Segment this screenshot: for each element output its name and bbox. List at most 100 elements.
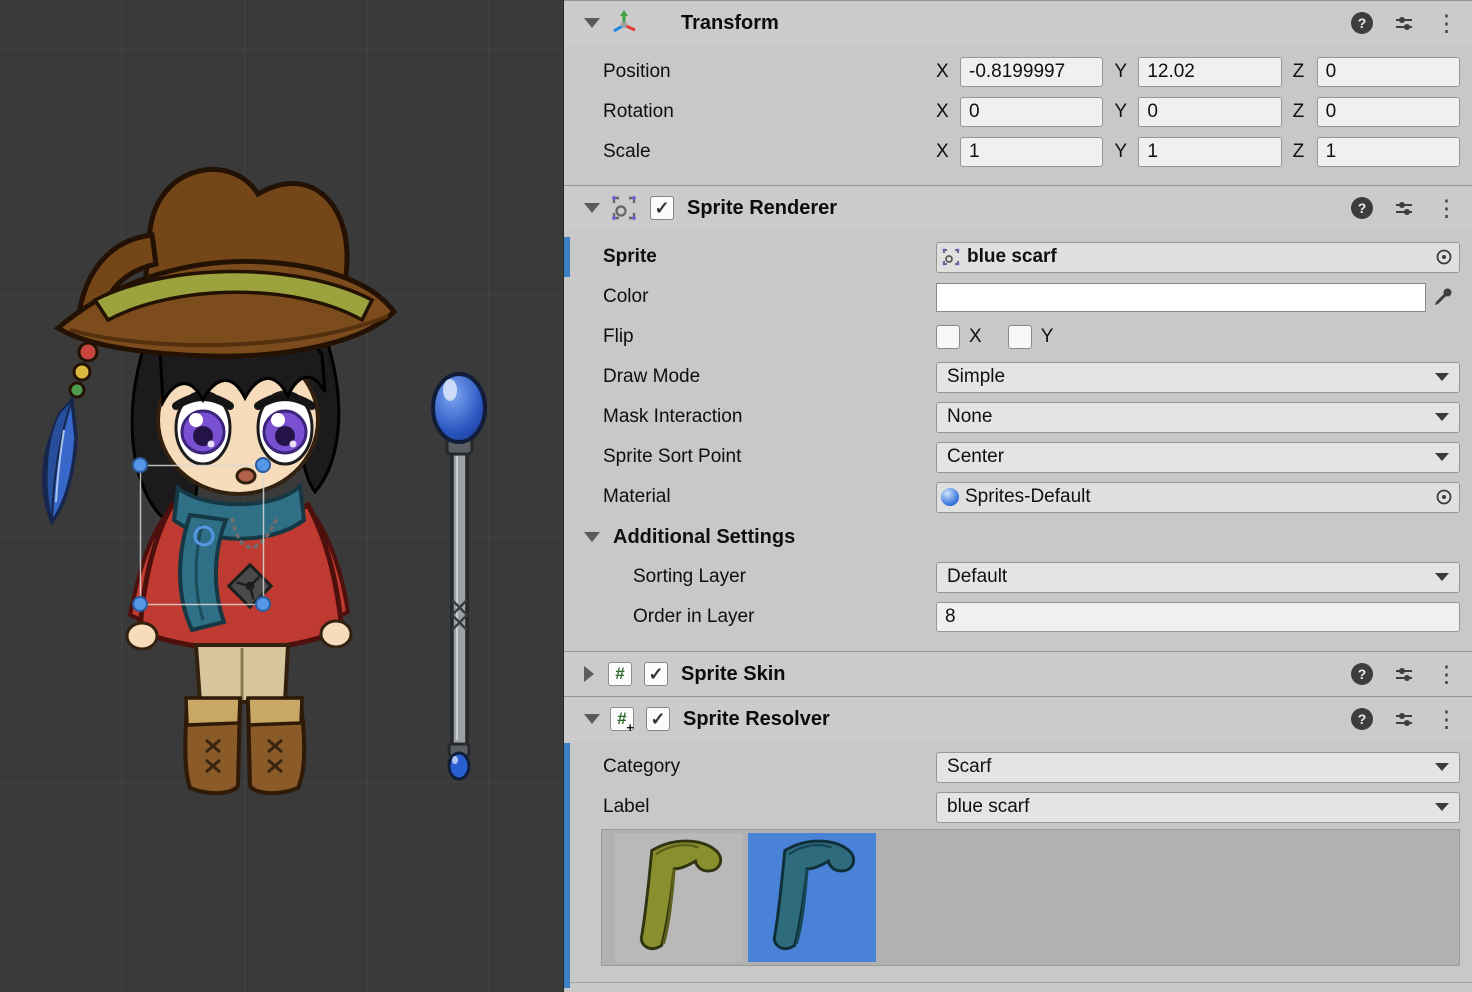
rotation-x-input[interactable] xyxy=(960,97,1103,127)
more-menu-icon[interactable]: ⋮ xyxy=(1435,197,1458,220)
dropdown-value: Scarf xyxy=(947,756,991,778)
transform-header[interactable]: Transform ? ⋮ xyxy=(564,0,1472,45)
scale-x-input[interactable] xyxy=(960,137,1103,167)
component-enabled-checkbox[interactable]: ✓ xyxy=(650,196,674,220)
object-picker-icon[interactable] xyxy=(1435,248,1453,266)
flip-y-label: Y xyxy=(1041,326,1054,348)
foldout-caret-icon[interactable] xyxy=(584,714,600,724)
additional-settings-foldout[interactable]: Additional Settings xyxy=(564,517,1472,557)
presets-icon[interactable] xyxy=(1394,198,1414,218)
script-plus-icon: # + xyxy=(610,707,634,731)
material-object-field[interactable]: Sprites-Default xyxy=(936,482,1460,513)
sprite-sort-point-dropdown[interactable]: Center xyxy=(936,442,1460,473)
sprite-variant-selector xyxy=(601,829,1460,966)
foldout-caret-icon[interactable] xyxy=(584,532,600,542)
flip-x-checkbox[interactable] xyxy=(936,325,960,349)
dropdown-value: Center xyxy=(947,446,1004,468)
rotation-y-input[interactable] xyxy=(1138,97,1281,127)
scale-row: Scale X Y Z xyxy=(564,132,1472,172)
help-icon[interactable]: ? xyxy=(1351,663,1373,685)
object-picker-icon[interactable] xyxy=(1435,488,1453,506)
sprite-renderer-body: Sprite blue scarf xyxy=(564,230,1472,651)
help-icon[interactable]: ? xyxy=(1351,12,1373,34)
flip-x-label: X xyxy=(969,326,982,348)
foldout-caret-icon[interactable] xyxy=(584,203,600,213)
sprite-renderer-header[interactable]: ✓ Sprite Renderer ? ⋮ xyxy=(564,185,1472,230)
help-icon[interactable]: ? xyxy=(1351,197,1373,219)
unity-editor: Transform ? ⋮ Position X Y Z xyxy=(0,0,1472,992)
field-label: Color xyxy=(603,286,936,308)
position-x-input[interactable] xyxy=(960,57,1103,87)
axis-z-label: Z xyxy=(1293,61,1309,83)
field-label: Label xyxy=(603,796,936,818)
field-label: Draw Mode xyxy=(603,366,936,388)
sprite-resolver-header[interactable]: # + ✓ Sprite Resolver ? ⋮ xyxy=(564,696,1472,741)
scale-z-input[interactable] xyxy=(1317,137,1460,167)
chevron-down-icon xyxy=(1435,573,1449,581)
material-mini-icon xyxy=(941,488,959,506)
field-label: Sprite Sort Point xyxy=(603,446,936,468)
more-menu-icon[interactable]: ⋮ xyxy=(1435,12,1458,35)
scale-y-input[interactable] xyxy=(1138,137,1281,167)
component-title: Sprite Resolver xyxy=(683,708,830,731)
sprite-skin-header[interactable]: # ✓ Sprite Skin ? ⋮ xyxy=(564,651,1472,696)
label-dropdown[interactable]: blue scarf xyxy=(936,792,1460,823)
sprite-renderer-icon xyxy=(610,194,638,222)
field-label: Category xyxy=(603,756,936,778)
axis-z-label: Z xyxy=(1293,101,1309,123)
scene-view[interactable] xyxy=(0,0,563,992)
field-label: Position xyxy=(603,61,936,83)
axis-y-label: Y xyxy=(1114,61,1130,83)
chevron-down-icon xyxy=(1435,453,1449,461)
prefab-override-bar xyxy=(564,743,570,988)
rotation-z-input[interactable] xyxy=(1317,97,1460,127)
more-menu-icon[interactable]: ⋮ xyxy=(1435,708,1458,731)
help-icon[interactable]: ? xyxy=(1351,708,1373,730)
position-y-input[interactable] xyxy=(1138,57,1281,87)
sprite-row: Sprite blue scarf xyxy=(564,237,1472,277)
presets-icon[interactable] xyxy=(1394,664,1414,684)
draw-mode-dropdown[interactable]: Simple xyxy=(936,362,1460,393)
plus-glyph: + xyxy=(626,720,634,735)
foldout-caret-icon[interactable] xyxy=(584,18,600,28)
foldout-caret-icon[interactable] xyxy=(584,666,594,682)
axis-z-label: Z xyxy=(1293,141,1309,163)
more-menu-icon[interactable]: ⋮ xyxy=(1435,663,1458,686)
sorting-layer-dropdown[interactable]: Default xyxy=(936,562,1460,593)
sprite-variant-blue-scarf[interactable] xyxy=(748,833,876,962)
selection-handle-tl xyxy=(133,458,147,472)
field-label: Material xyxy=(603,486,936,508)
presets-icon[interactable] xyxy=(1394,709,1414,729)
presets-icon[interactable] xyxy=(1394,13,1414,33)
color-row: Color xyxy=(564,277,1472,317)
position-z-input[interactable] xyxy=(1317,57,1460,87)
axis-x-label: X xyxy=(936,61,952,83)
hash-glyph: # xyxy=(615,664,624,684)
dropdown-value: Simple xyxy=(947,366,1005,388)
field-label: Flip xyxy=(603,326,936,348)
flip-y-checkbox[interactable] xyxy=(1008,325,1032,349)
dropdown-value: Default xyxy=(947,566,1007,588)
eyedropper-icon[interactable] xyxy=(1426,286,1460,308)
axis-x-label: X xyxy=(936,141,952,163)
selection-handle-bl xyxy=(133,597,147,611)
order-in-layer-row: Order in Layer xyxy=(564,597,1472,637)
mask-interaction-dropdown[interactable]: None xyxy=(936,402,1460,433)
component-enabled-checkbox[interactable]: ✓ xyxy=(644,662,668,686)
sprite-variant-green-scarf[interactable] xyxy=(615,833,743,962)
inspector-panel: Transform ? ⋮ Position X Y Z xyxy=(563,0,1472,992)
sprite-object-field[interactable]: blue scarf xyxy=(936,242,1460,273)
draw-mode-row: Draw Mode Simple xyxy=(564,357,1472,397)
sprite-value: blue scarf xyxy=(967,246,1057,268)
order-in-layer-input[interactable] xyxy=(936,602,1460,632)
component-enabled-checkbox[interactable]: ✓ xyxy=(646,707,670,731)
sprite-resolver-body: Category Scarf Label blue scarf xyxy=(564,741,1472,992)
field-label: Sorting Layer xyxy=(603,566,936,588)
position-row: Position X Y Z xyxy=(564,52,1472,92)
category-dropdown[interactable]: Scarf xyxy=(936,752,1460,783)
rotation-row: Rotation X Y Z xyxy=(564,92,1472,132)
selection-handle-tr xyxy=(256,458,270,472)
color-swatch[interactable] xyxy=(936,283,1426,312)
sprite-mini-icon xyxy=(941,247,961,267)
chevron-down-icon xyxy=(1435,803,1449,811)
